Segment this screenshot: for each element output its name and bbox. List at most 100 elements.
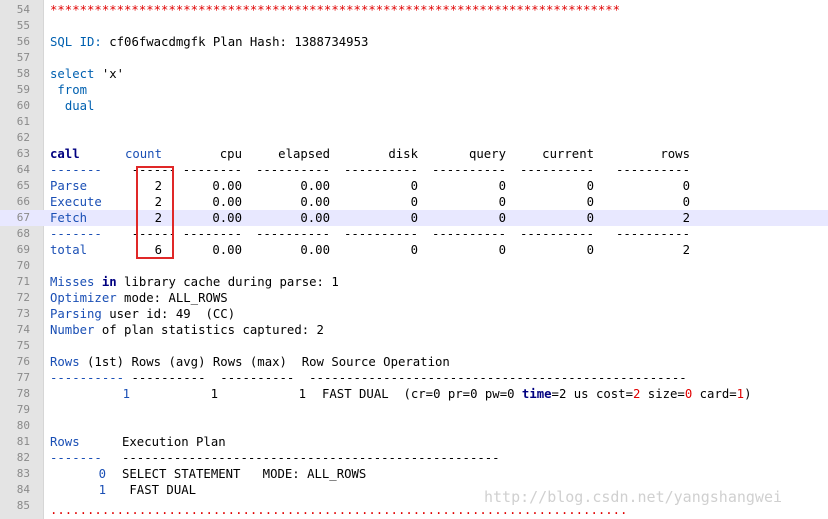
parsing-rest: user id: 49 (CC) [109, 307, 236, 321]
op-detail-mid: =2 us cost= [551, 387, 633, 401]
cell-current: 0 [586, 211, 594, 225]
cell-current: 0 [586, 243, 594, 257]
editor-line: 75 [0, 338, 828, 354]
exec-row-text: FAST DUAL [122, 483, 197, 497]
cell-call: total [50, 243, 88, 257]
cell-cpu: 0.00 [212, 243, 242, 257]
row-source-separator: ---------- ---------- ---------- -------… [50, 370, 687, 386]
cell-disk: 0 [410, 243, 418, 257]
line-number: 80 [16, 419, 30, 432]
line-number: 57 [16, 51, 30, 64]
line-number: 75 [16, 339, 30, 352]
cell-query: 0 [498, 179, 506, 193]
sep: -------- [182, 163, 242, 177]
cell-cpu: 0.00 [212, 179, 242, 193]
editor-line: 60 dual [0, 98, 828, 114]
sep: ------ [131, 163, 176, 177]
editor-line: 82 ------- -----------------------------… [0, 450, 828, 466]
cell-disk: 0 [410, 179, 418, 193]
header-disk: disk [388, 147, 418, 161]
line-number: 73 [16, 307, 30, 320]
misses-word: Misses [50, 275, 95, 289]
separator-stars-bottom: ........................................… [50, 510, 628, 517]
sep: ---------- [255, 163, 330, 177]
cell-query: 0 [498, 211, 506, 225]
editor-line: 80 [0, 418, 828, 434]
sep: ---------- [431, 227, 506, 241]
close-paren: ) [744, 387, 752, 401]
table-row: 66 Execute 2 0.00 0.00 0 0 0 0 [0, 194, 828, 210]
number-line: Number of plan statistics captured: 2 [50, 322, 324, 338]
cell-call: Execute [50, 195, 102, 209]
editor-line: 58 select 'x' [0, 66, 828, 82]
in-keyword: in [101, 275, 117, 289]
line-number: 63 [16, 147, 30, 160]
cell-query: 0 [498, 195, 506, 209]
editor-line: 70 [0, 258, 828, 274]
cell-disk: 0 [410, 195, 418, 209]
editor-line: 59 from [0, 82, 828, 98]
line-number: 84 [16, 483, 30, 496]
sql-id-line: SQL ID: cf06fwacdmgfk Plan Hash: 1388734… [50, 34, 368, 50]
parsing-word: Parsing [50, 307, 102, 321]
line-number: 77 [16, 371, 30, 384]
sep: ---------- [431, 163, 506, 177]
editor-line: 54 *************************************… [0, 2, 828, 18]
sep: ------- [50, 163, 102, 177]
watermark: http://blog.csdn.net/yangshangwei [484, 488, 783, 506]
card-value: 1 [736, 387, 745, 401]
table-total-row: 69 total 6 0.00 0.00 0 0 0 2 [0, 242, 828, 258]
cell-count: 2 [154, 195, 162, 209]
cell-current: 0 [586, 195, 594, 209]
editor-line: 83 0 SELECT STATEMENT MODE: ALL_ROWS [0, 466, 828, 482]
header-current: current [542, 147, 594, 161]
cell-call: Parse [50, 179, 88, 193]
plan-hash-value: 1388734953 [294, 35, 369, 49]
cell-rows: 2 [682, 211, 690, 225]
sep: ---------- [615, 163, 690, 177]
sep: ----------------------------------------… [122, 451, 500, 465]
exec-rows-header: Rows [50, 435, 80, 449]
cell-call: Fetch [50, 211, 88, 225]
table-name: dual [64, 99, 95, 113]
sep: -------- [182, 227, 242, 241]
cell-elapsed: 0.00 [300, 195, 330, 209]
sep: ---------- [519, 227, 594, 241]
cell-rows: 0 [682, 179, 690, 193]
cell-count: 6 [154, 243, 162, 257]
line-number: 58 [16, 67, 30, 80]
exec-row-text: SELECT STATEMENT MODE: ALL_ROWS [122, 467, 367, 481]
misses-line: Misses in library cache during parse: 1 [50, 274, 339, 290]
line-number: 67 [16, 211, 30, 224]
line-number: 61 [16, 115, 30, 128]
row-source-header-rest: (1st) Rows (avg) Rows (max) Row Source O… [87, 355, 450, 369]
line-number: 70 [16, 259, 30, 272]
table-row-current-line[interactable]: 67 Fetch 2 0.00 0.00 0 0 0 2 [0, 210, 828, 226]
misses-rest: library cache during parse: 1 [124, 275, 339, 289]
line-number: 69 [16, 243, 30, 256]
sep: ---------- [519, 163, 594, 177]
line-number: 56 [16, 35, 30, 48]
header-call: call [50, 147, 80, 161]
rows-1st: 1 [122, 387, 130, 401]
editor-line: 77 ---------- ---------- ---------- ----… [0, 370, 828, 386]
editor-line-partial: ........................................… [0, 510, 828, 519]
editor-line: 62 [0, 130, 828, 146]
cell-elapsed: 0.00 [300, 243, 330, 257]
line-number: 59 [16, 83, 30, 96]
rows-max: 1 [298, 387, 306, 401]
exec-row-num: 0 [98, 467, 106, 481]
line-number: 65 [16, 179, 30, 192]
editor-line: 72 Optimizer mode: ALL_ROWS [0, 290, 828, 306]
editor-line: 78 1 1 1 FAST DUAL (cr=0 pr=0 pw=0 time=… [0, 386, 828, 402]
plan-hash-label: Plan Hash: [212, 35, 287, 49]
select-keyword: select [50, 67, 95, 81]
sep: ---------- [343, 227, 418, 241]
editor-line: 81 Rows Execution Plan [0, 434, 828, 450]
sql-id-value: cf06fwacdmgfk [109, 35, 206, 49]
line-number: 78 [16, 387, 30, 400]
sep: ------- [50, 451, 102, 465]
cell-cpu: 0.00 [212, 211, 242, 225]
cell-disk: 0 [410, 211, 418, 225]
parsing-line: Parsing user id: 49 (CC) [50, 306, 235, 322]
